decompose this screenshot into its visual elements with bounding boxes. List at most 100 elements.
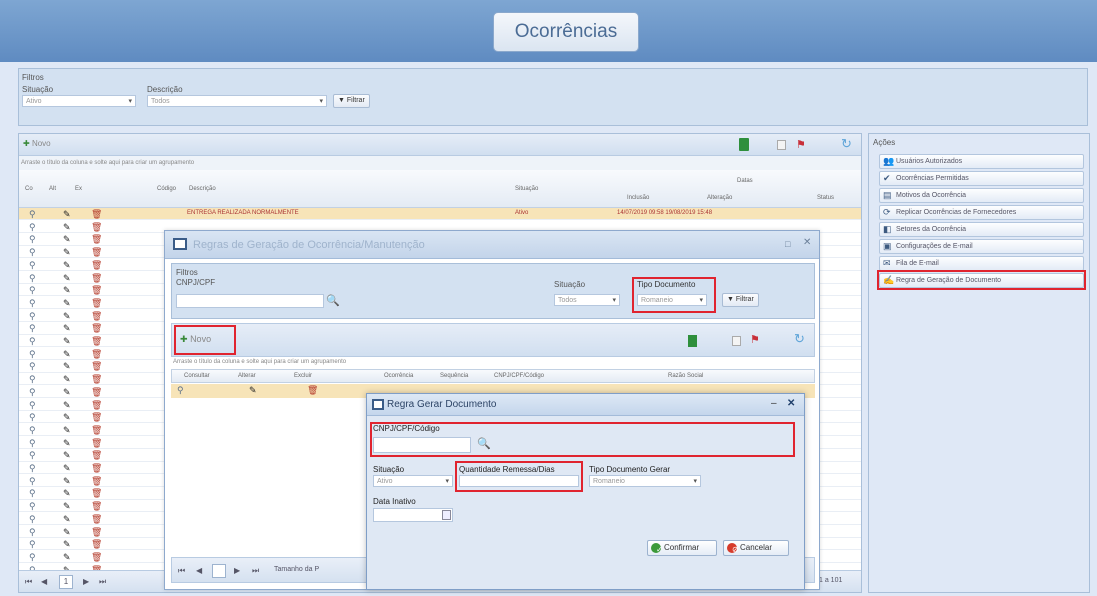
page-number-input[interactable] [212,564,226,578]
action-ocorrencias-permitidas[interactable]: ✔ Ocorrências Permitidas [879,171,1084,186]
trash-icon[interactable]: 🗑 [91,272,102,284]
trash-icon[interactable]: 🗑 [91,411,102,423]
close-icon[interactable]: ✕ [803,237,811,248]
search-icon[interactable]: ⚲ [29,348,36,360]
pencil-icon[interactable]: ✎ [63,348,71,360]
action-usuarios-autorizados[interactable]: 👥 Usuários Autorizados [879,154,1084,169]
trash-icon[interactable]: 🗑 [91,513,102,525]
filter-button[interactable]: ▼ Filtrar [333,94,370,108]
col-cnpj[interactable]: CNPJ/CPF/Código [494,373,544,379]
trash-icon[interactable]: 🗑 [91,310,102,322]
refresh-icon[interactable]: ↻ [841,136,852,152]
trash-icon[interactable]: 🗑 [91,500,102,512]
trash-icon[interactable]: 🗑 [91,373,102,385]
col-descricao[interactable]: Descrição [189,186,216,192]
search-icon[interactable]: ⚲ [29,437,36,449]
pencil-icon[interactable]: ✎ [63,284,71,296]
col-sequencia[interactable]: Sequência [440,373,468,379]
pencil-icon[interactable]: ✎ [63,551,71,563]
page-icon[interactable] [777,140,786,150]
search-icon[interactable]: ⚲ [29,322,36,334]
trash-icon[interactable]: 🗑 [91,386,102,398]
trash-icon[interactable]: 🗑 [91,538,102,550]
trash-icon[interactable]: 🗑 [91,424,102,436]
pencil-icon[interactable]: ✎ [63,411,71,423]
trash-icon[interactable]: 🗑 [91,551,102,563]
table-row-selected[interactable]: ⚲ ✎ 🗑 ENTREGA REALIZADA NORMALMENTE Ativ… [19,208,861,221]
search-icon[interactable]: ⚲ [177,384,184,396]
search-icon[interactable]: ⚲ [29,259,36,271]
trash-icon[interactable]: 🗑 [91,297,102,309]
refresh-icon[interactable]: ↻ [794,331,805,347]
trash-icon[interactable]: 🗑 [91,475,102,487]
pencil-icon[interactable]: ✎ [63,487,71,499]
col-ex[interactable]: Ex [75,186,82,192]
pencil-icon[interactable]: ✎ [63,322,71,334]
trash-icon[interactable]: 🗑 [91,335,102,347]
pencil-icon[interactable]: ✎ [63,500,71,512]
col-alterar[interactable]: Alterar [238,373,256,379]
trash-icon[interactable]: 🗑 [91,284,102,296]
col-status[interactable]: Status [817,195,834,201]
pencil-icon[interactable]: ✎ [63,513,71,525]
trash-icon[interactable]: 🗑 [91,487,102,499]
col-razao-social[interactable]: Razão Social [668,373,703,379]
pencil-icon[interactable]: ✎ [63,462,71,474]
col-alt[interactable]: Alt [49,186,56,192]
trash-icon[interactable]: 🗑 [91,449,102,461]
rules-situacao-select[interactable]: Todos ▾ [554,294,620,306]
pencil-icon[interactable]: ✎ [63,475,71,487]
trash-icon[interactable]: 🗑 [307,384,318,396]
search-icon[interactable]: ⚲ [29,221,36,233]
pencil-icon[interactable]: ✎ [63,233,71,245]
search-icon[interactable]: ⚲ [29,335,36,347]
action-replicar[interactable]: ⟳ Replicar Ocorrências de Fornecedores [879,205,1084,220]
search-icon[interactable]: ⚲ [29,449,36,461]
col-co[interactable]: Co [25,186,33,192]
search-icon[interactable]: ⚲ [29,475,36,487]
calendar-icon[interactable] [442,510,451,520]
action-setores[interactable]: ◧ Setores da Ocorrência [879,222,1084,237]
col-alteracao[interactable]: Alteração [707,195,732,201]
data-inativo-input[interactable] [373,508,453,522]
action-config-email[interactable]: ▣ Configurações de E-mail [879,239,1084,254]
trash-icon[interactable]: 🗑 [91,360,102,372]
search-icon[interactable]: ⚲ [29,526,36,538]
trash-icon[interactable]: 🗑 [91,322,102,334]
search-icon[interactable]: ⚲ [29,386,36,398]
search-icon[interactable]: ⚲ [29,208,36,220]
pencil-icon[interactable]: ✎ [63,310,71,322]
col-situacao[interactable]: Situação [515,186,538,192]
trash-icon[interactable]: 🗑 [91,399,102,411]
search-icon[interactable]: ⚲ [29,233,36,245]
search-icon[interactable]: ⚲ [29,246,36,258]
next-page-icon[interactable]: ▶ [83,577,89,586]
search-icon[interactable]: ⚲ [29,373,36,385]
pencil-icon[interactable]: ✎ [63,208,71,220]
pencil-icon[interactable]: ✎ [63,335,71,347]
cnpj-input[interactable] [176,294,324,308]
search-icon[interactable]: ⚲ [29,399,36,411]
flag-icon[interactable]: ⚑ [750,333,760,346]
action-motivos[interactable]: ▤ Motivos da Ocorrência [879,188,1084,203]
situacao-select[interactable]: Ativo ▾ [22,95,136,107]
prev-page-icon[interactable]: ◀ [196,566,202,575]
cancel-button[interactable]: ⊘ Cancelar [723,540,789,556]
pencil-icon[interactable]: ✎ [63,373,71,385]
trash-icon[interactable]: 🗑 [91,221,102,233]
flag-icon[interactable]: ⚑ [796,138,806,151]
pencil-icon[interactable]: ✎ [63,259,71,271]
search-icon[interactable]: ⚲ [29,424,36,436]
excel-export-icon[interactable] [739,138,749,151]
confirm-button[interactable]: ✓ Confirmar [647,540,717,556]
search-icon[interactable]: 🔍 [326,294,340,307]
search-icon[interactable]: ⚲ [29,551,36,563]
search-icon[interactable]: ⚲ [29,310,36,322]
pencil-icon[interactable]: ✎ [63,272,71,284]
col-ocorrencia[interactable]: Ocorrência [384,373,413,379]
pencil-icon[interactable]: ✎ [63,360,71,372]
pencil-icon[interactable]: ✎ [63,297,71,309]
modal2-situacao-select[interactable]: Ativo ▾ [373,475,453,487]
search-icon[interactable]: ⚲ [29,500,36,512]
pencil-icon[interactable]: ✎ [63,449,71,461]
